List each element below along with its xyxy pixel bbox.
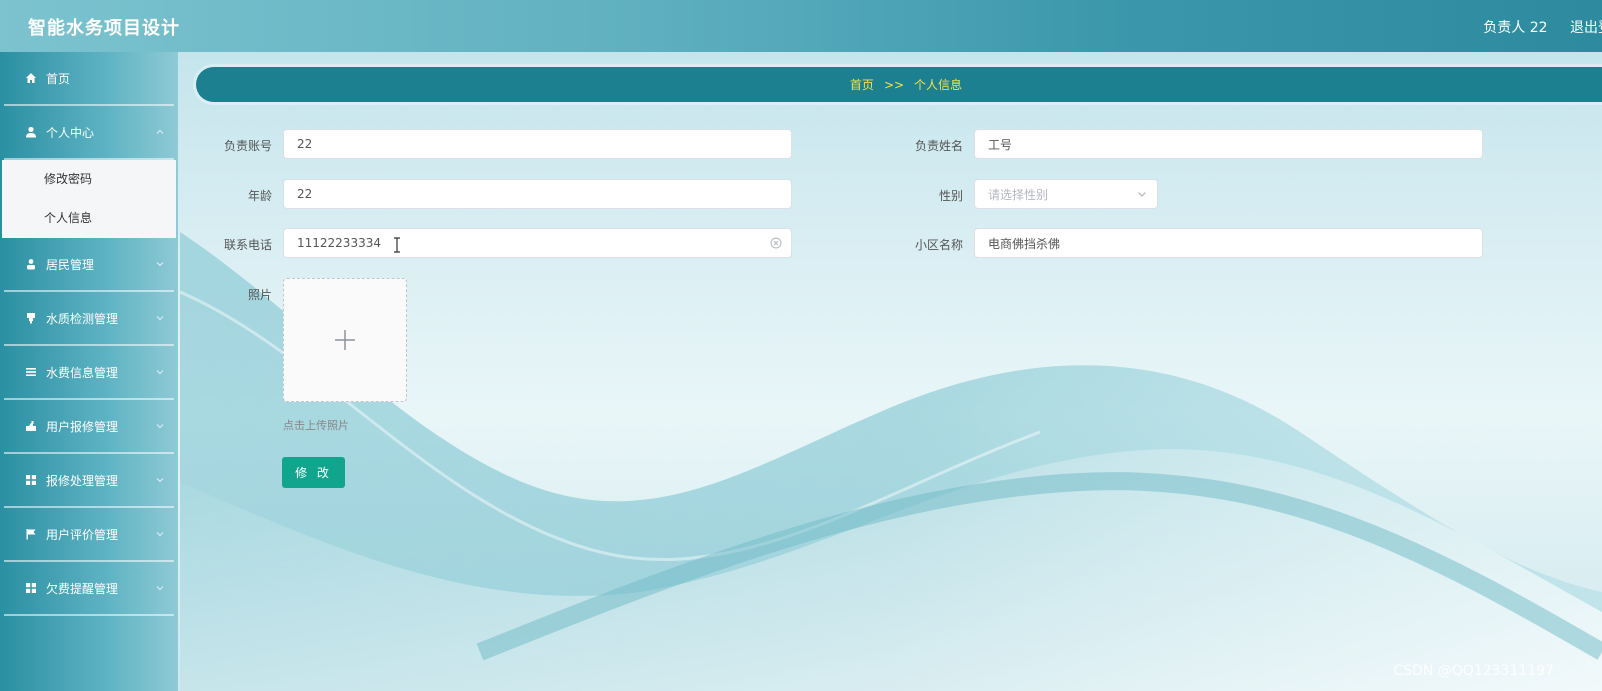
header-user-area: 负责人 22 退出登录 bbox=[1483, 17, 1602, 37]
breadcrumb-home-link[interactable]: 首页 bbox=[850, 76, 874, 93]
chevron-down-icon bbox=[156, 586, 164, 591]
home-icon bbox=[24, 71, 38, 85]
clear-icon[interactable] bbox=[770, 237, 782, 249]
logout-link[interactable]: 退出登录 bbox=[1570, 17, 1602, 37]
chevron-down-icon bbox=[156, 424, 164, 429]
breadcrumb: 首页 >> 个人信息 bbox=[196, 67, 1602, 102]
sidebar-item-personal-center[interactable]: 个人中心 bbox=[4, 106, 174, 160]
name-value: 工号 bbox=[988, 137, 1013, 152]
account-input[interactable]: 22 bbox=[283, 129, 792, 159]
sidebar-item-label: 用户报修管理 bbox=[46, 419, 119, 434]
breadcrumb-separator: >> bbox=[883, 77, 905, 92]
sidebar-item-arrears-reminder[interactable]: 欠费提醒管理 bbox=[4, 562, 174, 616]
age-input[interactable]: 22 bbox=[283, 179, 792, 209]
sidebar-item-repair-handling[interactable]: 报修处理管理 bbox=[4, 454, 174, 508]
chevron-down-icon bbox=[156, 532, 164, 537]
text-cursor-icon bbox=[394, 237, 400, 253]
community-input[interactable]: 电商佛挡杀佛 bbox=[974, 228, 1483, 258]
age-value: 22 bbox=[297, 187, 313, 201]
phone-value: 11122233334 bbox=[297, 236, 381, 250]
sidebar: 首页 个人中心 修改密码 个人信息 居民管理 水质检测管理 水费信息管理 用户报… bbox=[0, 52, 178, 691]
name-label: 负责姓名 bbox=[914, 139, 963, 153]
chevron-down-icon bbox=[156, 370, 164, 375]
list-icon bbox=[24, 365, 38, 379]
sidebar-item-label: 用户评价管理 bbox=[46, 527, 119, 542]
watermark: CSDN @QQ123311197 bbox=[1393, 663, 1554, 679]
plus-icon bbox=[335, 330, 355, 350]
name-input[interactable]: 工号 bbox=[974, 129, 1483, 159]
user-icon bbox=[24, 125, 38, 139]
top-header: 智能水务项目设计 负责人 22 退出登录 bbox=[0, 0, 1602, 52]
grid-icon bbox=[24, 473, 38, 487]
sidebar-item-label: 报修处理管理 bbox=[46, 473, 119, 488]
community-value: 电商佛挡杀佛 bbox=[988, 236, 1061, 251]
sidebar-item-label: 水质检测管理 bbox=[46, 311, 119, 326]
breadcrumb-current: 个人信息 bbox=[914, 78, 963, 92]
photo-upload[interactable] bbox=[283, 278, 407, 402]
sidebar-item-label: 首页 bbox=[46, 71, 71, 86]
submenu-item-personal-info[interactable]: 个人信息 bbox=[2, 199, 176, 238]
submenu-personal-center: 修改密码 个人信息 bbox=[2, 160, 176, 238]
sidebar-item-label: 水费信息管理 bbox=[46, 365, 119, 380]
submenu-item-change-password[interactable]: 修改密码 bbox=[2, 160, 176, 199]
flask-icon bbox=[24, 311, 38, 325]
sidebar-item-home[interactable]: 首页 bbox=[4, 52, 174, 106]
user-label: 负责人 22 bbox=[1483, 20, 1548, 36]
chevron-down-icon bbox=[1138, 192, 1146, 197]
gender-select[interactable]: 请选择性别 bbox=[974, 179, 1158, 209]
account-label: 负责账号 bbox=[223, 139, 272, 153]
sidebar-item-user-repair[interactable]: 用户报修管理 bbox=[4, 400, 174, 454]
phone-input[interactable]: 11122233334 bbox=[283, 228, 792, 258]
account-value: 22 bbox=[297, 137, 313, 151]
gender-label: 性别 bbox=[938, 189, 963, 203]
chevron-up-icon bbox=[156, 129, 164, 134]
sidebar-item-label: 个人中心 bbox=[46, 125, 95, 140]
gender-placeholder: 请选择性别 bbox=[988, 187, 1049, 202]
sidebar-item-label: 居民管理 bbox=[46, 257, 95, 272]
sidebar-item-label: 欠费提醒管理 bbox=[46, 581, 119, 596]
chevron-down-icon bbox=[156, 478, 164, 483]
flag-icon bbox=[24, 527, 38, 541]
grid-icon bbox=[24, 581, 38, 595]
chevron-down-icon bbox=[156, 316, 164, 321]
submit-button[interactable]: 修 改 bbox=[282, 457, 345, 488]
chevron-down-icon bbox=[156, 262, 164, 267]
upload-hint: 点击上传照片 bbox=[283, 419, 349, 432]
sidebar-item-user-review[interactable]: 用户评价管理 bbox=[4, 508, 174, 562]
phone-label: 联系电话 bbox=[223, 238, 272, 252]
wrench-icon bbox=[24, 419, 38, 433]
sidebar-item-water-quality[interactable]: 水质检测管理 bbox=[4, 292, 174, 346]
photo-label: 照片 bbox=[247, 288, 272, 302]
age-label: 年龄 bbox=[247, 189, 272, 203]
app-title: 智能水务项目设计 bbox=[28, 18, 180, 39]
community-label: 小区名称 bbox=[914, 238, 963, 252]
sidebar-item-residents[interactable]: 居民管理 bbox=[4, 238, 174, 292]
person-icon bbox=[24, 257, 38, 271]
sidebar-item-water-fee[interactable]: 水费信息管理 bbox=[4, 346, 174, 400]
